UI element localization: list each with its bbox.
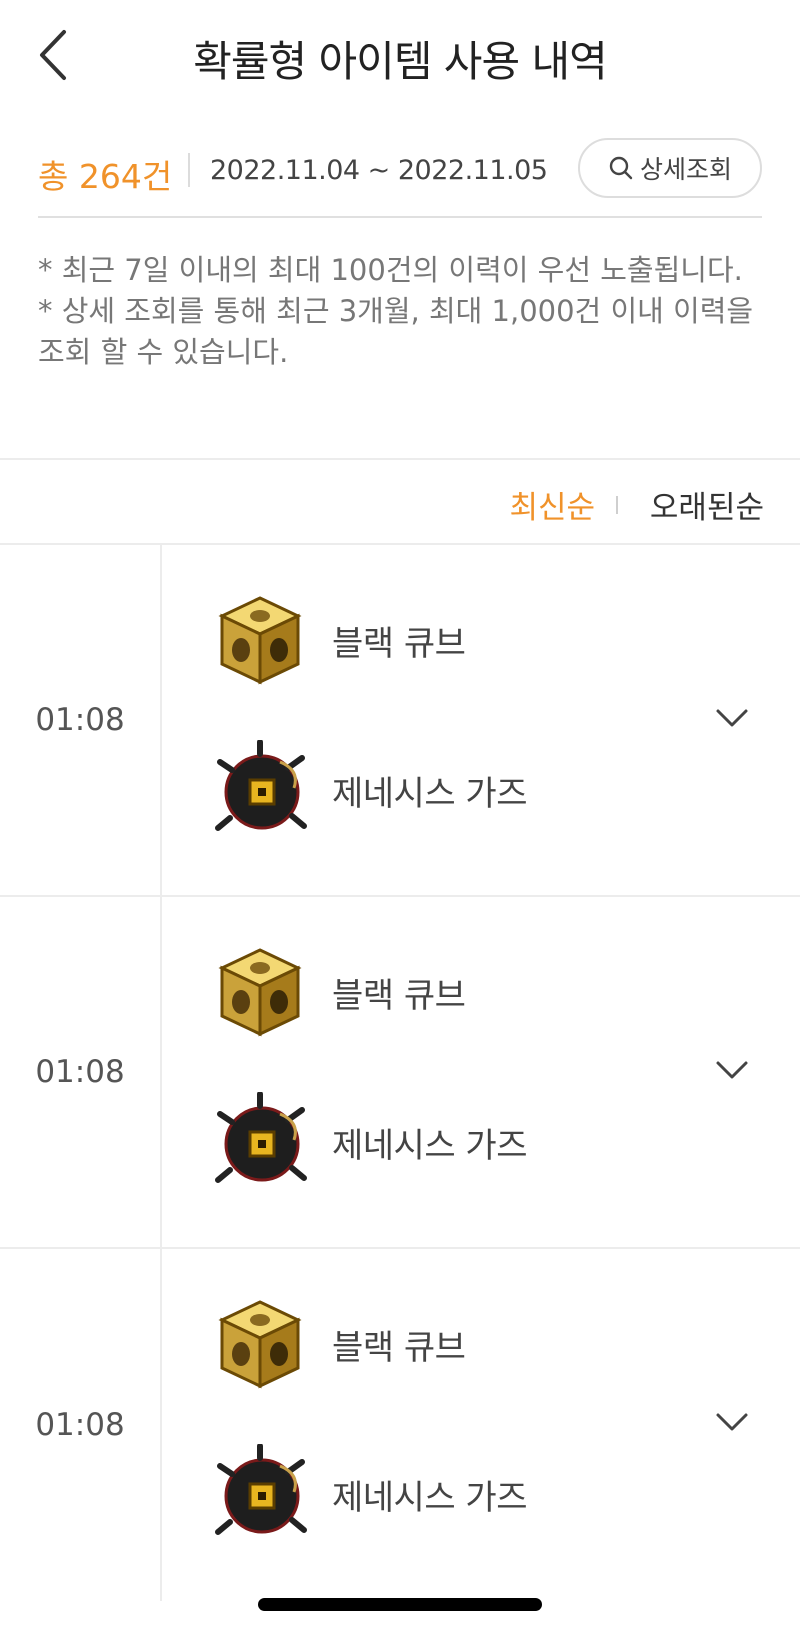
- page-title: 확률형 아이템 사용 내역: [193, 37, 607, 86]
- item-entry: 블랙 큐브: [210, 942, 466, 1042]
- expand-button[interactable]: [704, 1395, 760, 1451]
- header: 확률형 아이템 사용 내역: [0, 0, 800, 110]
- black-cube-icon: [218, 948, 302, 1037]
- list-item[interactable]: 01:08 블랙 큐브 제네시스 가즈: [0, 545, 800, 897]
- black-cube-icon: [218, 596, 302, 685]
- sort-oldest-button[interactable]: 오래된순: [650, 482, 764, 527]
- list-item[interactable]: 01:08 블랙 큐브 제네시스 가즈: [0, 1249, 800, 1601]
- total-count: 총 264건: [38, 157, 173, 196]
- history-list: 01:08 블랙 큐브 제네시스 가즈 01:08 블랙 큐브 제네시스 가즈 …: [0, 545, 800, 1601]
- sort-separator: [616, 496, 618, 514]
- sort-latest-button[interactable]: 최신순: [509, 482, 595, 527]
- item-name: 블랙 큐브: [332, 623, 466, 664]
- item-entry: 제네시스 가즈: [210, 740, 528, 840]
- record-time: 01:08: [0, 897, 162, 1247]
- item-name: 제네시스 가즈: [332, 773, 528, 814]
- search-icon: [609, 156, 633, 180]
- chevron-down-icon: [716, 1413, 748, 1431]
- item-entry: 블랙 큐브: [210, 1294, 466, 1394]
- item-name: 제네시스 가즈: [332, 1125, 528, 1166]
- record-time: 01:08: [0, 545, 162, 895]
- detail-search-label: 상세조회: [639, 155, 732, 184]
- genesis-gaze-icon: [215, 1092, 307, 1183]
- item-entry: 블랙 큐브: [210, 590, 466, 690]
- genesis-gaze-icon: [215, 1444, 307, 1535]
- detail-search-button[interactable]: 상세조회: [578, 138, 762, 198]
- date-range: 2022.11.04 ~ 2022.11.05: [210, 155, 548, 186]
- chevron-down-icon: [716, 1061, 748, 1079]
- expand-button[interactable]: [704, 691, 760, 747]
- expand-button[interactable]: [704, 1043, 760, 1099]
- record-time: 01:08: [0, 1249, 162, 1601]
- item-entry: 제네시스 가즈: [210, 1444, 528, 1544]
- chevron-down-icon: [716, 709, 748, 727]
- item-name: 제네시스 가즈: [332, 1477, 528, 1518]
- notice-line: * 최근 7일 이내의 최대 100건의 이력이 우선 노출됩니다.: [38, 253, 743, 287]
- summary-bar: 총 264건 2022.11.04 ~ 2022.11.05 상세조회: [38, 135, 762, 213]
- genesis-gaze-icon: [215, 740, 307, 831]
- notice: * 최근 7일 이내의 최대 100건의 이력이 우선 노출됩니다. * 상세 …: [38, 250, 770, 373]
- item-name: 블랙 큐브: [332, 975, 466, 1016]
- notice-line: * 상세 조회를 통해 최근 3개월, 최대 1,000건 이내 이력을 조회 …: [38, 294, 754, 369]
- item-name: 블랙 큐브: [332, 1327, 466, 1368]
- summary-divider: [38, 216, 762, 218]
- sort-bar: 최신순 오래된순: [0, 460, 800, 542]
- summary-separator: [188, 153, 190, 187]
- black-cube-icon: [218, 1300, 302, 1389]
- home-indicator[interactable]: [258, 1598, 542, 1611]
- item-entry: 제네시스 가즈: [210, 1092, 528, 1192]
- list-item[interactable]: 01:08 블랙 큐브 제네시스 가즈: [0, 897, 800, 1249]
